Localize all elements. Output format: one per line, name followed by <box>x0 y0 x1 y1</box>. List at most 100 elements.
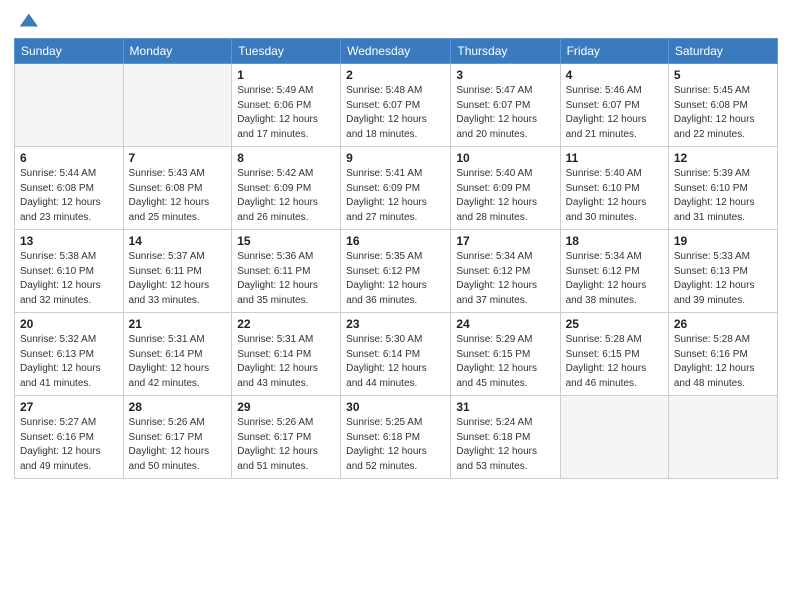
day-info: Sunrise: 5:34 AMSunset: 6:12 PMDaylight:… <box>566 250 663 308</box>
day-number: 1 <box>237 68 335 82</box>
calendar-cell: 21Sunrise: 5:31 AMSunset: 6:14 PMDayligh… <box>123 313 232 396</box>
calendar-cell: 3 Sunrise: 5:47 AMSunset: 6:07 PMDaylight… <box>451 64 560 147</box>
day-number: 23 <box>346 317 445 331</box>
day-info: Sunrise: 5:48 AMSunset: 6:07 PMDaylight:… <box>346 84 445 142</box>
day-info: Sunrise: 5:28 AMSunset: 6:15 PMDaylight:… <box>566 333 663 391</box>
day-info: Sunrise: 5:42 AMSunset: 6:09 PMDaylight:… <box>237 167 335 225</box>
day-number: 13 <box>20 234 118 248</box>
logo-icon <box>16 10 38 32</box>
day-number: 4 <box>566 68 663 82</box>
day-info: Sunrise: 5:43 AMSunset: 6:08 PMDaylight:… <box>129 167 227 225</box>
day-number: 25 <box>566 317 663 331</box>
day-number: 9 <box>346 151 445 165</box>
calendar-cell: 13 Sunrise: 5:38 AMSunset: 6:10 PMDayligh… <box>15 230 124 313</box>
page: SundayMondayTuesdayWednesdayThursdayFrid… <box>0 0 792 612</box>
calendar-cell: 20 Sunrise: 5:32 AMSunset: 6:13 PMDayligh… <box>15 313 124 396</box>
calendar-cell: 15 Sunrise: 5:36 AMSunset: 6:11 PMDayligh… <box>232 230 341 313</box>
day-info: Sunrise: 5:30 AMSunset: 6:14 PMDaylight:… <box>346 333 445 391</box>
day-number: 29 <box>237 400 335 414</box>
day-number: 11 <box>566 151 663 165</box>
calendar-cell: 27 Sunrise: 5:27 AMSunset: 6:16 PMDayligh… <box>15 396 124 479</box>
day-number: 15 <box>237 234 335 248</box>
day-number: 20 <box>20 317 118 331</box>
calendar-cell: 9 Sunrise: 5:41 AMSunset: 6:09 PMDaylight… <box>341 147 451 230</box>
day-number: 19 <box>674 234 772 248</box>
day-info: Sunrise: 5:28 AMSunset: 6:16 PMDaylight:… <box>674 333 772 391</box>
calendar-cell <box>123 64 232 147</box>
day-number: 10 <box>456 151 554 165</box>
day-number: 31 <box>456 400 554 414</box>
calendar-cell <box>668 396 777 479</box>
calendar-header-row: SundayMondayTuesdayWednesdayThursdayFrid… <box>15 39 778 64</box>
day-info: Sunrise: 5:38 AMSunset: 6:10 PMDaylight:… <box>20 250 118 308</box>
day-info: Sunrise: 5:29 AMSunset: 6:15 PMDaylight:… <box>456 333 554 391</box>
day-header-saturday: Saturday <box>668 39 777 64</box>
calendar-cell: 24 Sunrise: 5:29 AMSunset: 6:15 PMDayligh… <box>451 313 560 396</box>
day-number: 22 <box>237 317 335 331</box>
day-number: 2 <box>346 68 445 82</box>
day-info: Sunrise: 5:47 AMSunset: 6:07 PMDaylight:… <box>456 84 554 142</box>
calendar-cell: 25 Sunrise: 5:28 AMSunset: 6:15 PMDayligh… <box>560 313 668 396</box>
week-row-3: 13 Sunrise: 5:38 AMSunset: 6:10 PMDayligh… <box>15 230 778 313</box>
calendar-cell: 31 Sunrise: 5:24 AMSunset: 6:18 PMDayligh… <box>451 396 560 479</box>
calendar-cell: 22 Sunrise: 5:31 AMSunset: 6:14 PMDayligh… <box>232 313 341 396</box>
day-info: Sunrise: 5:45 AMSunset: 6:08 PMDaylight:… <box>674 84 772 142</box>
calendar-table: SundayMondayTuesdayWednesdayThursdayFrid… <box>14 38 778 479</box>
day-header-monday: Monday <box>123 39 232 64</box>
calendar-cell: 7Sunrise: 5:43 AMSunset: 6:08 PMDaylight… <box>123 147 232 230</box>
header <box>14 10 778 32</box>
day-info: Sunrise: 5:32 AMSunset: 6:13 PMDaylight:… <box>20 333 118 391</box>
day-info: Sunrise: 5:27 AMSunset: 6:16 PMDaylight:… <box>20 416 118 474</box>
day-number: 3 <box>456 68 554 82</box>
day-number: 27 <box>20 400 118 414</box>
calendar-cell: 8 Sunrise: 5:42 AMSunset: 6:09 PMDaylight… <box>232 147 341 230</box>
calendar-cell: 17 Sunrise: 5:34 AMSunset: 6:12 PMDayligh… <box>451 230 560 313</box>
week-row-5: 27 Sunrise: 5:27 AMSunset: 6:16 PMDayligh… <box>15 396 778 479</box>
day-header-thursday: Thursday <box>451 39 560 64</box>
day-info: Sunrise: 5:33 AMSunset: 6:13 PMDaylight:… <box>674 250 772 308</box>
day-header-wednesday: Wednesday <box>341 39 451 64</box>
day-info: Sunrise: 5:26 AMSunset: 6:17 PMDaylight:… <box>129 416 227 474</box>
day-number: 18 <box>566 234 663 248</box>
calendar-cell: 5 Sunrise: 5:45 AMSunset: 6:08 PMDaylight… <box>668 64 777 147</box>
day-info: Sunrise: 5:40 AMSunset: 6:10 PMDaylight:… <box>566 167 663 225</box>
day-info: Sunrise: 5:46 AMSunset: 6:07 PMDaylight:… <box>566 84 663 142</box>
calendar-cell: 29Sunrise: 5:26 AMSunset: 6:17 PMDayligh… <box>232 396 341 479</box>
calendar-cell: 28 Sunrise: 5:26 AMSunset: 6:17 PMDayligh… <box>123 396 232 479</box>
day-number: 24 <box>456 317 554 331</box>
day-info: Sunrise: 5:25 AMSunset: 6:18 PMDaylight:… <box>346 416 445 474</box>
day-number: 17 <box>456 234 554 248</box>
calendar-cell: 16 Sunrise: 5:35 AMSunset: 6:12 PMDayligh… <box>341 230 451 313</box>
day-header-sunday: Sunday <box>15 39 124 64</box>
day-info: Sunrise: 5:35 AMSunset: 6:12 PMDaylight:… <box>346 250 445 308</box>
calendar-cell: 11 Sunrise: 5:40 AMSunset: 6:10 PMDayligh… <box>560 147 668 230</box>
day-info: Sunrise: 5:44 AMSunset: 6:08 PMDaylight:… <box>20 167 118 225</box>
calendar-cell <box>15 64 124 147</box>
calendar-cell: 30 Sunrise: 5:25 AMSunset: 6:18 PMDayligh… <box>341 396 451 479</box>
day-info: Sunrise: 5:41 AMSunset: 6:09 PMDaylight:… <box>346 167 445 225</box>
day-number: 5 <box>674 68 772 82</box>
logo <box>14 10 38 32</box>
day-number: 30 <box>346 400 445 414</box>
calendar-cell: 6Sunrise: 5:44 AMSunset: 6:08 PMDaylight… <box>15 147 124 230</box>
day-info: Sunrise: 5:34 AMSunset: 6:12 PMDaylight:… <box>456 250 554 308</box>
calendar-cell: 1Sunrise: 5:49 AMSunset: 6:06 PMDaylight… <box>232 64 341 147</box>
day-info: Sunrise: 5:24 AMSunset: 6:18 PMDaylight:… <box>456 416 554 474</box>
day-info: Sunrise: 5:36 AMSunset: 6:11 PMDaylight:… <box>237 250 335 308</box>
calendar-cell: 14 Sunrise: 5:37 AMSunset: 6:11 PMDayligh… <box>123 230 232 313</box>
day-number: 26 <box>674 317 772 331</box>
day-number: 14 <box>129 234 227 248</box>
day-number: 8 <box>237 151 335 165</box>
week-row-1: 1Sunrise: 5:49 AMSunset: 6:06 PMDaylight… <box>15 64 778 147</box>
day-info: Sunrise: 5:37 AMSunset: 6:11 PMDaylight:… <box>129 250 227 308</box>
day-number: 16 <box>346 234 445 248</box>
day-info: Sunrise: 5:39 AMSunset: 6:10 PMDaylight:… <box>674 167 772 225</box>
day-header-tuesday: Tuesday <box>232 39 341 64</box>
day-number: 21 <box>129 317 227 331</box>
week-row-4: 20 Sunrise: 5:32 AMSunset: 6:13 PMDayligh… <box>15 313 778 396</box>
week-row-2: 6Sunrise: 5:44 AMSunset: 6:08 PMDaylight… <box>15 147 778 230</box>
day-number: 28 <box>129 400 227 414</box>
calendar-cell: 18 Sunrise: 5:34 AMSunset: 6:12 PMDayligh… <box>560 230 668 313</box>
day-info: Sunrise: 5:31 AMSunset: 6:14 PMDaylight:… <box>237 333 335 391</box>
calendar-cell: 19 Sunrise: 5:33 AMSunset: 6:13 PMDayligh… <box>668 230 777 313</box>
